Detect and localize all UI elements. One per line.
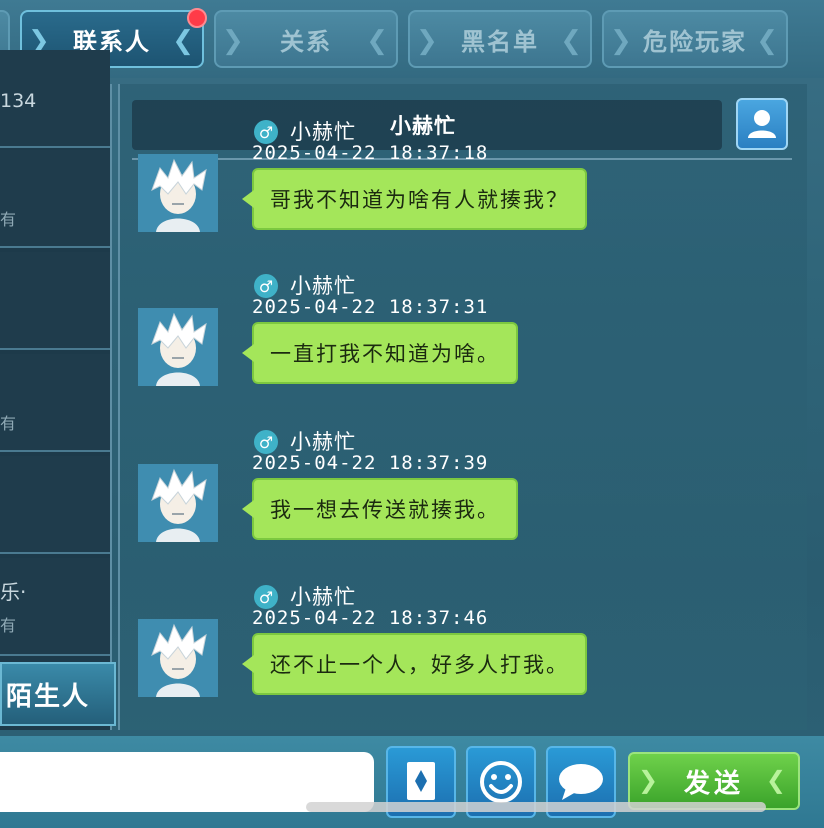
chat-message: ♂ 小赫忙 2025-04-22 18:37:39 我一想去传送就揍我。 xyxy=(138,430,798,574)
chat-message: ♂ 小赫忙 2025-04-22 18:37:46 还不止一个人，好多人打我。 xyxy=(138,585,798,729)
bubble-tail xyxy=(242,500,254,518)
avatar[interactable] xyxy=(138,308,218,386)
message-timestamp: 2025-04-22 18:37:31 xyxy=(252,296,489,318)
contact-status: 有 xyxy=(0,414,17,433)
bubble-tail xyxy=(242,190,254,208)
home-indicator[interactable] xyxy=(306,802,766,812)
strangers-button[interactable]: 陌生人 xyxy=(0,662,116,726)
tab-label: 黑名单 xyxy=(461,27,539,56)
chevron-right-icon: ❮ xyxy=(756,26,780,56)
tab-label: 关系 xyxy=(280,27,332,56)
message-bubble: 一直打我不知道为啥。 xyxy=(242,322,518,384)
contact-row[interactable] xyxy=(0,456,110,554)
male-gender-icon: ♂ xyxy=(254,120,278,144)
bubble-tail xyxy=(242,655,254,673)
male-gender-icon: ♂ xyxy=(254,274,278,298)
tab-relations[interactable]: ❯ 关系 ❮ xyxy=(214,10,398,68)
contact-status: 有 xyxy=(0,210,17,229)
message-bubble: 还不止一个人，好多人打我。 xyxy=(242,633,587,695)
tab-dangerous-players[interactable]: ❯ 危险玩家 ❮ xyxy=(602,10,788,68)
tab-blacklist[interactable]: ❯ 黑名单 ❮ xyxy=(408,10,592,68)
message-text: 还不止一个人，好多人打我。 xyxy=(270,653,569,677)
chevron-right-icon: ❮ xyxy=(560,26,584,56)
bubble-tail xyxy=(242,344,254,362)
contact-row[interactable]: 有 xyxy=(0,354,110,452)
message-timestamp: 2025-04-22 18:37:39 xyxy=(252,452,489,474)
chevron-left-icon: ❯ xyxy=(610,26,634,56)
chat-message: ♂ 小赫忙 2025-04-22 18:37:31 一直打我不知道为啥。 xyxy=(138,274,798,418)
contact-row[interactable]: 乐· 有 xyxy=(0,558,110,656)
chevron-left-icon: ❯ xyxy=(416,26,440,56)
chevron-left-icon: ❮ xyxy=(765,766,790,794)
message-text: 哥我不知道为啥有人就揍我？ xyxy=(270,188,569,212)
send-label: 发送 xyxy=(683,768,744,799)
avatar[interactable] xyxy=(138,154,218,232)
white-hair-avatar-icon xyxy=(138,308,218,386)
chevron-right-icon: ❯ xyxy=(638,766,663,794)
chat-panel: 小赫忙 ♂ 小赫忙 2025-04-22 18:37:18 哥我不知道为啥有人就… xyxy=(118,84,807,730)
notification-dot xyxy=(187,8,207,28)
contact-status: 有 xyxy=(0,616,17,635)
tab-bar: ❯ 联系人 ❮ ❯ 关系 ❮ ❯ 黑名单 ❮ ❯ 危险玩家 ❮ xyxy=(0,0,824,78)
contact-row[interactable]: 有 xyxy=(0,150,110,248)
white-hair-avatar-icon xyxy=(138,464,218,542)
message-timestamp: 2025-04-22 18:37:18 xyxy=(252,142,489,164)
tab-label: 危险玩家 xyxy=(643,27,747,56)
message-text: 一直打我不知道为啥。 xyxy=(270,342,500,366)
contact-row[interactable]: 134 xyxy=(0,50,110,148)
chevron-right-icon: ❮ xyxy=(366,26,390,56)
chevron-right-icon: ❮ xyxy=(172,26,196,56)
contact-name: 134 xyxy=(0,90,37,112)
avatar[interactable] xyxy=(138,619,218,697)
avatar[interactable] xyxy=(138,464,218,542)
message-bubble: 哥我不知道为啥有人就揍我？ xyxy=(242,168,587,230)
contact-list: 134 有 有 乐· 有 xyxy=(0,50,112,730)
male-gender-icon: ♂ xyxy=(254,430,278,454)
message-text: 我一想去传送就揍我。 xyxy=(270,498,500,522)
chevron-left-icon: ❯ xyxy=(222,26,246,56)
white-hair-avatar-icon xyxy=(138,154,218,232)
white-hair-avatar-icon xyxy=(138,619,218,697)
chat-message: ♂ 小赫忙 2025-04-22 18:37:18 哥我不知道为啥有人就揍我？ xyxy=(138,120,798,264)
male-gender-icon: ♂ xyxy=(254,585,278,609)
contact-name: 乐· xyxy=(0,580,27,604)
contact-row[interactable] xyxy=(0,252,110,350)
message-bubble: 我一想去传送就揍我。 xyxy=(242,478,518,540)
message-timestamp: 2025-04-22 18:37:46 xyxy=(252,607,489,629)
